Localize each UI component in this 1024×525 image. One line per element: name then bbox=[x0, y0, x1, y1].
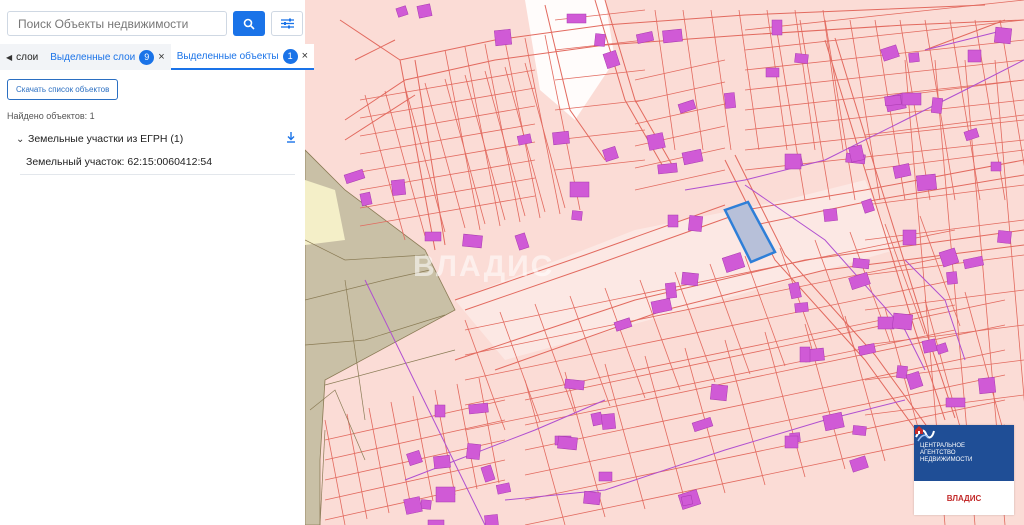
search-button[interactable] bbox=[233, 11, 265, 36]
chevron-left-icon: ◀ bbox=[6, 52, 13, 62]
tab-selected-layers[interactable]: Выделенные слои 9 × bbox=[44, 44, 170, 70]
logo-brand: ВЛАДИС bbox=[946, 493, 982, 503]
tab-layers-label: слои bbox=[16, 51, 39, 63]
watermark: ВЛАДИС bbox=[413, 250, 555, 283]
close-icon[interactable]: × bbox=[158, 51, 164, 63]
tab-selected-objects[interactable]: Выделенные объекты 1 × bbox=[170, 44, 315, 70]
close-icon[interactable]: × bbox=[302, 50, 308, 62]
tab-layers[interactable]: ◀ слои bbox=[0, 44, 44, 70]
group-header[interactable]: ⌄ Земельные участки из ЕГРН (1) bbox=[16, 132, 296, 146]
result-item[interactable]: Земельный участок: 62:15:0060412:54 bbox=[20, 149, 295, 175]
filter-button[interactable] bbox=[271, 11, 303, 36]
download-icon[interactable] bbox=[286, 132, 296, 146]
agency-logo: ЦЕНТРАЛЬНОЕ АГЕНТСТВО НЕДВИЖИМОСТИ ВЛАДИ… bbox=[914, 425, 1014, 515]
selected-layers-badge: 9 bbox=[139, 49, 155, 65]
logo-line-1: ЦЕНТРАЛЬНОЕ bbox=[920, 442, 966, 449]
tab-bar: ◀ слои Выделенные слои 9 × Выделенные об… bbox=[0, 44, 315, 70]
search-input[interactable] bbox=[7, 11, 227, 36]
search-icon bbox=[243, 18, 255, 30]
house-logo-icon bbox=[915, 426, 923, 434]
search-row bbox=[7, 11, 303, 36]
found-count: Найдено объектов: 1 bbox=[7, 111, 95, 121]
export-list-button[interactable]: Скачать список объектов bbox=[7, 79, 119, 100]
tab-selected-layers-label: Выделенные слои bbox=[50, 51, 136, 63]
left-panel: ◀ слои Выделенные слои 9 × Выделенные об… bbox=[0, 0, 315, 525]
tab-selected-objects-label: Выделенные объекты bbox=[176, 50, 279, 62]
chevron-down-icon[interactable]: ⌄ bbox=[16, 134, 28, 145]
sliders-icon bbox=[280, 18, 294, 29]
logo-line-3: НЕДВИЖИМОСТИ bbox=[920, 456, 973, 463]
group-title: Земельные участки из ЕГРН (1) bbox=[28, 133, 184, 145]
logo-line-2: АГЕНТСТВО bbox=[920, 449, 956, 456]
selected-objects-badge: 1 bbox=[282, 48, 298, 64]
cadastral-map[interactable]: ВЛАДИС ЦЕНТРАЛЬНОЕ АГЕНТСТВО НЕДВИЖИМОСТ… bbox=[305, 0, 1024, 525]
